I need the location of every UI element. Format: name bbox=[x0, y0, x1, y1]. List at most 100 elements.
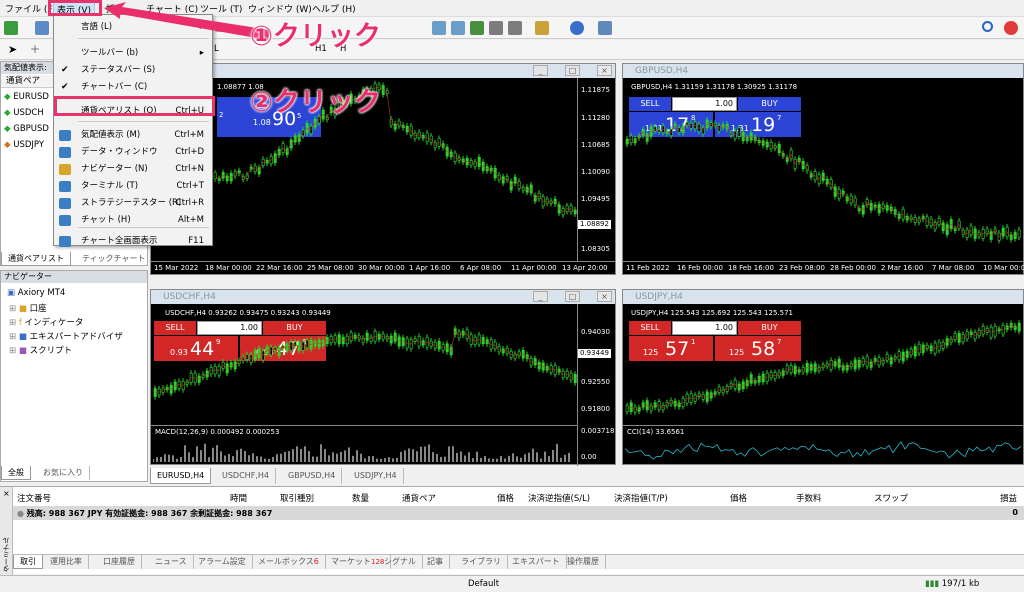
col-sl[interactable]: 決済逆指値(S/L) bbox=[528, 492, 590, 504]
terminal-tab[interactable]: メールボックス6 bbox=[252, 555, 326, 569]
navigator-root[interactable]: ▣ Axiory MT4 bbox=[7, 288, 65, 298]
indicators-icon: f bbox=[18, 318, 22, 328]
close-icon[interactable]: × bbox=[597, 65, 612, 76]
chart-tab[interactable]: USDJPY,H4 bbox=[348, 468, 404, 484]
menu-item-label: チャート全画面表示 bbox=[81, 236, 158, 246]
navigator-item[interactable]: ⊞ ■ エキスパートアドバイザ bbox=[9, 330, 123, 342]
notification-icon[interactable] bbox=[1004, 21, 1018, 35]
templates-icon[interactable] bbox=[598, 21, 612, 35]
timeframe-fragment[interactable]: L bbox=[214, 44, 219, 54]
view-menu: 言語 (L)▸ツールバー (b)▸✔ステータスバー (S)✔チャートバー (C)… bbox=[53, 14, 213, 247]
view-menu-item[interactable]: チャート全画面表示 F11 bbox=[54, 233, 212, 250]
chart-tabs: EURUSD,H4 USDCHF,H4 GBPUSD,H4 USDJPY,H4 bbox=[150, 468, 1024, 484]
symbol-row[interactable]: ◆ EURUSD bbox=[4, 92, 49, 102]
col-type[interactable]: 取引種別 bbox=[280, 492, 314, 504]
tab-common[interactable]: 全般 bbox=[1, 466, 31, 480]
chart-window-eurusd[interactable]: _ □ × 1.08877 1.08 2 1.08 90 5 1.11875 1… bbox=[150, 63, 616, 275]
menu-item-label: データ・ウィンドウ bbox=[81, 147, 158, 157]
close-icon[interactable]: × bbox=[3, 489, 10, 498]
chart-tab[interactable]: USDCHF,H4 bbox=[216, 468, 276, 484]
search-icon[interactable] bbox=[982, 21, 993, 32]
view-menu-item[interactable]: ✔ チャートバー (C) bbox=[54, 79, 212, 96]
col-price2[interactable]: 価格 bbox=[730, 492, 747, 504]
maximize-icon[interactable]: □ bbox=[565, 65, 580, 76]
scroll-chart-icon[interactable] bbox=[489, 21, 503, 35]
view-menu-item[interactable]: データ・ウィンドウ Ctrl+D bbox=[54, 144, 212, 161]
terminal-tab[interactable]: 記事 bbox=[421, 555, 450, 569]
traffic-text: ▮▮▮ 197/1 kb bbox=[925, 579, 980, 589]
highlight-symbols-item bbox=[54, 96, 215, 116]
terminal-tab[interactable]: アラーム設定 bbox=[192, 555, 253, 569]
menu-item-label: チャット (H) bbox=[81, 215, 131, 225]
symbol-row[interactable]: ◆ USDCH bbox=[4, 108, 44, 118]
zoom-out-icon[interactable] bbox=[451, 21, 465, 35]
terminal-tab[interactable]: 取引 bbox=[13, 555, 43, 569]
col-commission[interactable]: 手数料 bbox=[796, 492, 822, 504]
check-icon: ✔ bbox=[61, 82, 69, 92]
symbol-row[interactable]: ◆ GBPUSD bbox=[4, 124, 49, 134]
chart-window-gbpusd[interactable]: GBPUSD,H4 GBPUSD,H4 1.31159 1.31178 1.30… bbox=[622, 63, 1024, 275]
view-menu-item[interactable]: ストラテジーテスター (R) Ctrl+R bbox=[54, 195, 212, 212]
up-arrow-icon: ◆ bbox=[4, 92, 11, 102]
tile-windows-icon[interactable] bbox=[470, 21, 484, 35]
terminal-tab[interactable]: 運用比率 bbox=[44, 555, 89, 569]
profiles-icon[interactable] bbox=[35, 21, 49, 35]
new-chart-icon[interactable] bbox=[4, 21, 18, 35]
script-icon: ■ bbox=[18, 346, 27, 356]
expand-icon[interactable]: ⊞ bbox=[9, 318, 16, 328]
tab-tick-chart[interactable]: ティックチャート bbox=[76, 252, 153, 266]
view-menu-item[interactable]: ターミナル (T) Ctrl+T bbox=[54, 178, 212, 195]
view-menu-item[interactable]: 気配値表示 (M) Ctrl+M bbox=[54, 127, 212, 144]
view-menu-item[interactable]: チャット (H) Alt+M bbox=[54, 212, 212, 229]
expand-icon[interactable]: ⊞ bbox=[9, 332, 16, 342]
expand-icon[interactable]: ⊞ bbox=[9, 346, 16, 356]
terminal-tab[interactable]: シグナル bbox=[378, 555, 423, 569]
menu-item-icon bbox=[59, 130, 71, 141]
terminal-side: × ターミナル bbox=[0, 487, 13, 575]
view-menu-item[interactable]: ✔ ステータスバー (S) bbox=[54, 62, 212, 79]
col-ticket[interactable]: 注文番号 bbox=[17, 492, 51, 504]
col-time[interactable]: 時間 bbox=[230, 492, 247, 504]
view-menu-item[interactable]: ツールバー (b) ▸ bbox=[54, 45, 212, 62]
status-bar: Default ▮▮▮ 197/1 kb bbox=[0, 575, 1024, 592]
crosshair-icon[interactable]: + bbox=[30, 42, 40, 56]
navigator-item[interactable]: ⊞ ■ スクリプト bbox=[9, 344, 72, 356]
col-price[interactable]: 価格 bbox=[497, 492, 514, 504]
col-tp[interactable]: 決済指値(T/P) bbox=[614, 492, 668, 504]
col-profit[interactable]: 損益 bbox=[1000, 492, 1017, 504]
navigator-panel: ナビゲーター ▣ Axiory MT4 ⊞ ■ 口座 ⊞ f インディケータ ⊞… bbox=[0, 270, 148, 482]
expand-icon[interactable]: ⊞ bbox=[9, 304, 16, 314]
maximize-icon[interactable]: □ bbox=[565, 291, 580, 302]
navigator-item[interactable]: ⊞ ■ 口座 bbox=[9, 302, 47, 314]
chart-tab[interactable]: EURUSD,H4 bbox=[150, 468, 212, 484]
menu-item-shortcut: Ctrl+N bbox=[175, 164, 204, 174]
close-icon[interactable]: × bbox=[597, 291, 612, 302]
terminal-tab[interactable]: 口座履歴 bbox=[97, 555, 142, 569]
chart-window-usdjpy[interactable]: USDJPY,H4 USDJPY,H4 125.543 125.692 125.… bbox=[622, 289, 1024, 465]
menu-item-label: ターミナル (T) bbox=[81, 181, 139, 191]
tab-symbols[interactable]: 通貨ペアリスト bbox=[1, 252, 71, 266]
chart-shift-icon[interactable] bbox=[508, 21, 522, 35]
menu-item-label: ストラテジーテスター (R) bbox=[81, 198, 182, 208]
tab-favorites[interactable]: お気に入り bbox=[37, 466, 90, 480]
view-menu-item[interactable]: ナビゲーター (N) Ctrl+N bbox=[54, 161, 212, 178]
cursor-icon[interactable]: ➤ bbox=[8, 43, 17, 56]
chart-window-usdchf[interactable]: USDCHF,H4 _ □ × USDCHF,H4 0.93262 0.9347… bbox=[150, 289, 616, 466]
minimize-icon[interactable]: _ bbox=[533, 65, 548, 76]
terminal-tab[interactable]: エキスパート bbox=[506, 555, 567, 569]
col-symbol[interactable]: 通貨ペア bbox=[402, 492, 436, 504]
periods-icon[interactable] bbox=[570, 21, 584, 35]
zoom-in-icon[interactable] bbox=[432, 21, 446, 35]
indicators-icon[interactable] bbox=[535, 21, 549, 35]
terminal-tab[interactable]: ニュース bbox=[149, 555, 194, 569]
col-volume[interactable]: 数量 bbox=[352, 492, 369, 504]
terminal-tab[interactable]: ライブラリ bbox=[455, 555, 508, 569]
navigator-item[interactable]: ⊞ f インディケータ bbox=[9, 316, 83, 328]
chart-tab[interactable]: GBPUSD,H4 bbox=[282, 468, 343, 484]
minimize-icon[interactable]: _ bbox=[533, 291, 548, 302]
col-swap[interactable]: スワップ bbox=[874, 492, 908, 504]
balance-row[interactable]: ● 残高: 988 367 JPY 有効証拠金: 988 367 余剰証拠金: … bbox=[13, 506, 1024, 520]
menu-item-label: ナビゲーター (N) bbox=[81, 164, 148, 174]
terminal-tab[interactable]: 操作履歴 bbox=[561, 555, 606, 569]
symbol-row[interactable]: ◆ USDJPY bbox=[4, 140, 44, 150]
